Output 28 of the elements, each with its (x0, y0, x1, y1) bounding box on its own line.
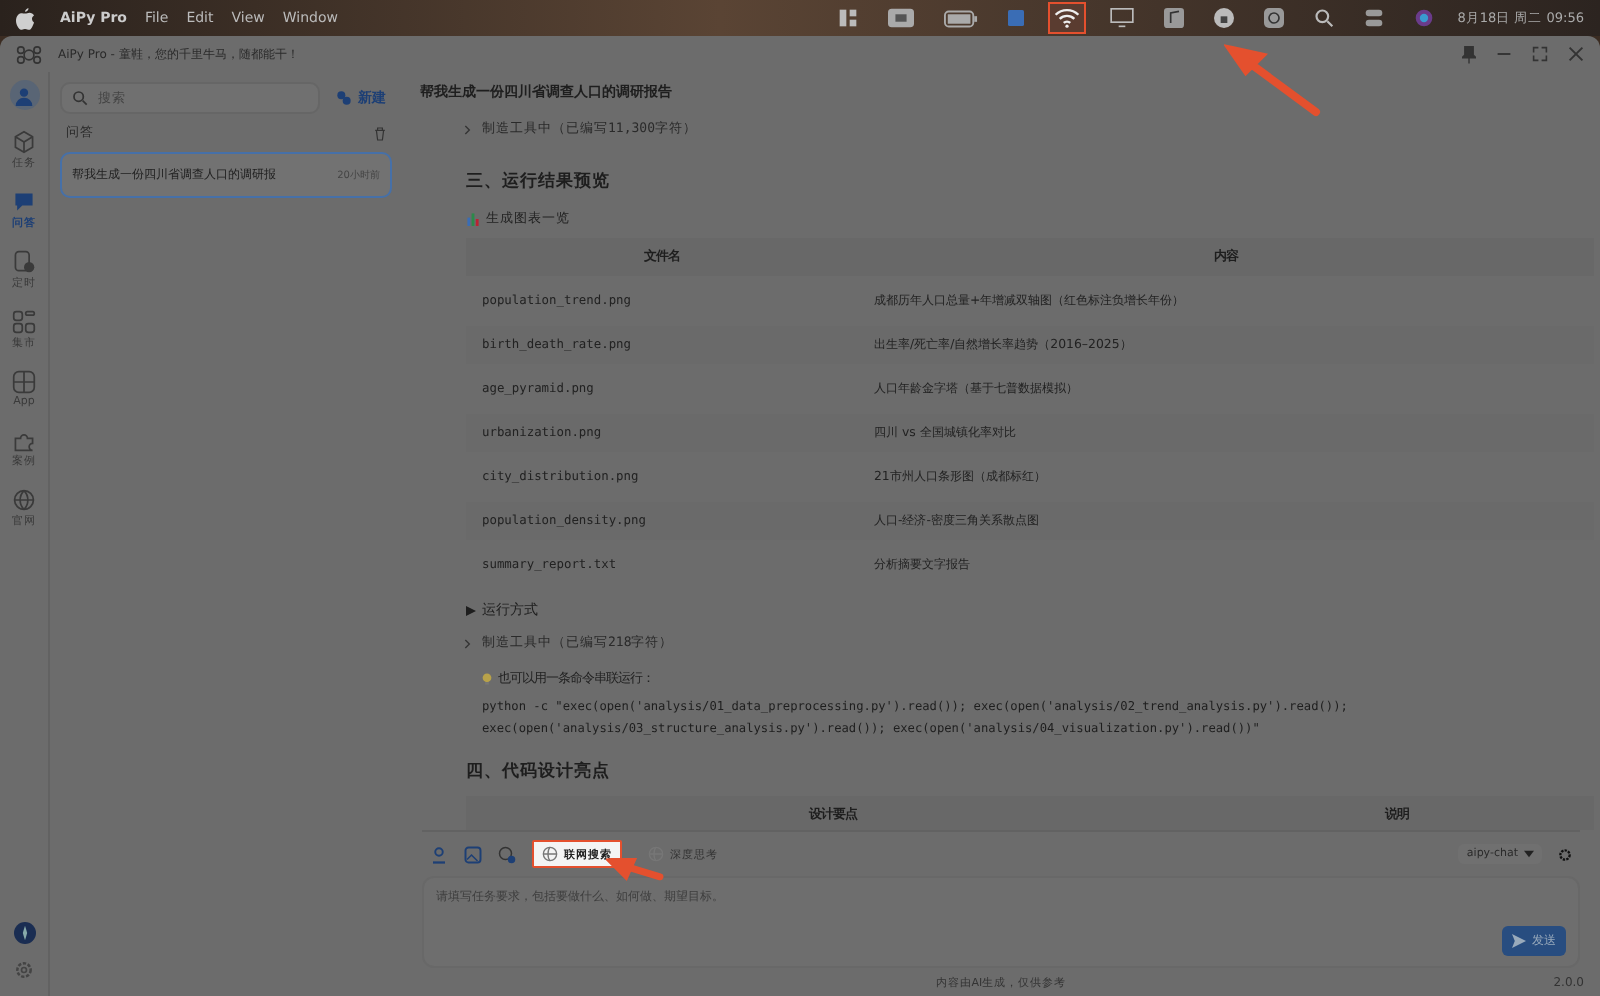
user-avatar[interactable] (9, 80, 39, 110)
maximize-icon[interactable] (1532, 46, 1548, 62)
chevron-right-icon[interactable] (464, 123, 472, 135)
globe-icon (542, 846, 558, 862)
wifi-icon[interactable] (1047, 2, 1086, 34)
new-chat-icon (336, 90, 352, 106)
close-icon[interactable] (1568, 46, 1584, 62)
annotation-arrow (606, 858, 666, 882)
lightbulb-icon (482, 672, 492, 686)
apple-logo-icon[interactable] (16, 7, 34, 29)
search-icon (72, 90, 88, 106)
settings-icon[interactable] (14, 960, 34, 980)
compass-icon[interactable] (13, 922, 35, 944)
trash-icon[interactable] (374, 125, 386, 141)
triangle-right-icon[interactable] (466, 605, 476, 615)
person-icon[interactable] (430, 845, 448, 863)
chevron-right-icon[interactable] (464, 637, 472, 649)
globe-gear-icon[interactable] (498, 845, 516, 863)
bar-chart-icon (466, 212, 480, 226)
send-icon (1512, 934, 1526, 948)
app-logo-icon (16, 41, 42, 67)
section-heading: 三、运行结果预览 (466, 170, 610, 194)
annotation-arrow (1224, 40, 1324, 120)
settings-icon[interactable] (1558, 847, 1572, 861)
caret-icon (1524, 850, 1534, 858)
section-heading: 四、代码设计亮点 (466, 760, 610, 784)
image-icon[interactable] (464, 845, 482, 863)
pin-icon[interactable] (1462, 45, 1476, 63)
